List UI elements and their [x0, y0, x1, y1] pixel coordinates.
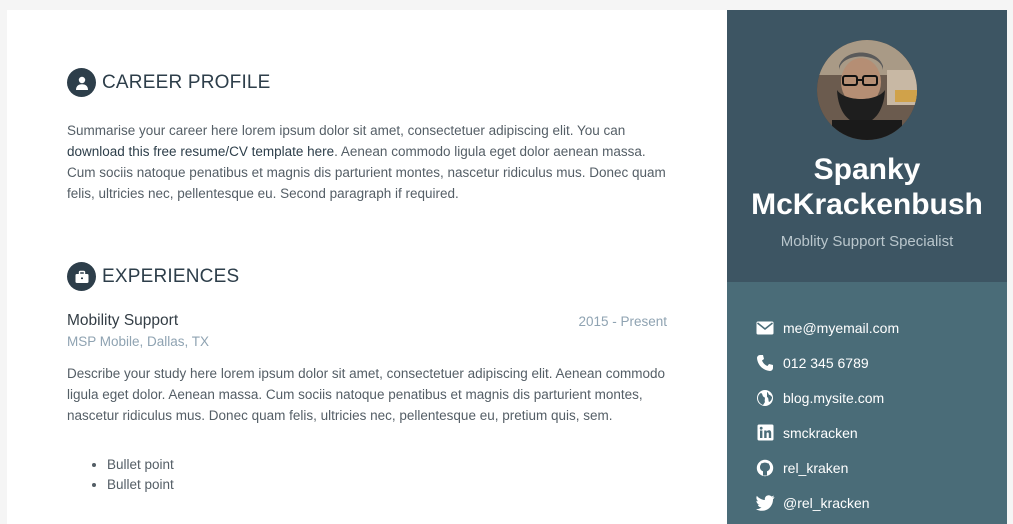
template-download-link[interactable]: download this free resume/CV template he… — [67, 144, 334, 159]
globe-icon — [755, 388, 775, 408]
twitter-icon — [755, 493, 775, 513]
contact-email[interactable]: me@myemail.com — [755, 310, 995, 345]
career-profile-title: CAREER PROFILE — [102, 71, 271, 93]
avatar — [817, 40, 917, 140]
contact-website[interactable]: blog.mysite.com — [755, 380, 995, 415]
phone-icon — [755, 353, 775, 373]
user-icon — [67, 68, 96, 97]
contact-twitter[interactable]: @rel_kracken — [755, 485, 995, 520]
list-item: Bullet point — [107, 455, 174, 475]
experiences-title: EXPERIENCES — [102, 265, 240, 287]
experience-description: Describe your study here lorem ipsum dol… — [67, 366, 666, 423]
profile-name: Spanky McKrackenbush — [727, 152, 1007, 222]
github-icon — [755, 458, 775, 478]
summary-text-start: Summarise your career here lorem ipsum d… — [67, 123, 626, 138]
career-profile-header: CAREER PROFILE — [67, 68, 271, 97]
experience-date: 2015 - Present — [578, 314, 667, 329]
contact-list: me@myemail.com 012 345 6789 blog.mysite.… — [755, 310, 995, 520]
contact-phone-text: 012 345 6789 — [783, 354, 869, 371]
contact-email-text: me@myemail.com — [783, 319, 900, 336]
contact-linkedin-text: smckracken — [783, 424, 858, 441]
contact-phone[interactable]: 012 345 6789 — [755, 345, 995, 380]
envelope-icon — [755, 318, 775, 338]
sidebar: Spanky McKrackenbush Moblity Support Spe… — [727, 10, 1007, 524]
profile-tagline: Moblity Support Specialist — [780, 233, 954, 250]
contact-website-text: blog.mysite.com — [783, 389, 885, 406]
list-item: Bullet point — [107, 475, 174, 495]
linkedin-icon — [755, 423, 775, 443]
name-last: McKrackenbush — [751, 188, 983, 221]
experiences-header: EXPERIENCES — [67, 262, 239, 291]
profile-header: Spanky McKrackenbush Moblity Support Spe… — [727, 10, 1007, 282]
career-profile-summary: Summarise your career here lorem ipsum d… — [67, 120, 667, 204]
contact-github[interactable]: rel_kraken — [755, 450, 995, 485]
contact-linkedin[interactable]: smckracken — [755, 415, 995, 450]
main-content: CAREER PROFILE Summarise your career her… — [7, 10, 727, 524]
contact-github-text: rel_kraken — [783, 459, 849, 476]
experience-company: MSP Mobile, Dallas, TX — [67, 334, 210, 349]
briefcase-icon — [67, 262, 96, 291]
experience-role: Mobility Support — [67, 312, 179, 329]
name-first: Spanky — [813, 153, 921, 186]
contact-twitter-text: @rel_kracken — [783, 494, 870, 511]
experience-bullets: Bullet point Bullet point — [107, 455, 174, 495]
